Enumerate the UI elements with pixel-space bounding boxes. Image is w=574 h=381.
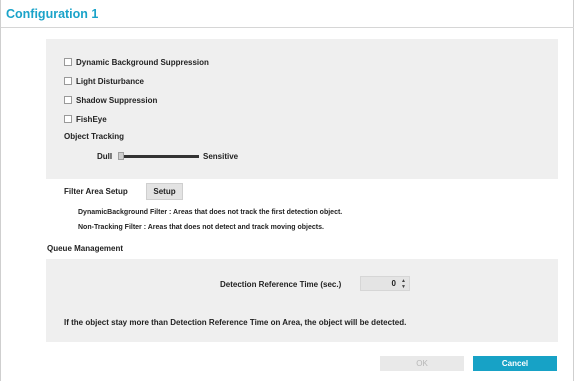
detection-time-label: Detection Reference Time (sec.) [220,280,342,289]
detection-time-stepper[interactable]: 0 ▲ ▼ [360,276,410,291]
option-fisheye[interactable]: FishEye [64,113,107,125]
option-dynamic-background-suppression[interactable]: Dynamic Background Suppression [64,56,209,68]
cancel-button[interactable]: Cancel [473,356,557,371]
dialog-title: Configuration 1 [6,7,99,21]
option-light-disturbance[interactable]: Light Disturbance [64,75,144,87]
option-shadow-suppression[interactable]: Shadow Suppression [64,94,157,106]
object-tracking-slider[interactable] [124,155,199,158]
checkbox[interactable] [64,77,72,85]
option-label: FishEye [76,114,107,124]
object-tracking-label: Object Tracking [64,132,125,141]
slider-min-label: Dull [97,152,113,161]
queue-description: If the object stay more than Detection R… [64,318,407,327]
queue-management-label: Queue Management [47,244,124,253]
slider-handle[interactable] [118,152,124,160]
title-divider [1,27,574,28]
option-label: Light Disturbance [76,76,145,86]
configuration-dialog: Configuration 1 Dynamic Background Suppr… [0,0,574,381]
option-label: Shadow Suppression [76,95,158,105]
slider-max-label: Sensitive [203,152,239,161]
non-tracking-filter-note: Non-Tracking Filter : Areas that does no… [78,224,324,231]
decrement-icon[interactable]: ▼ [401,284,406,290]
checkbox[interactable] [64,115,72,123]
checkbox[interactable] [64,96,72,104]
option-label: Dynamic Background Suppression [76,57,209,67]
queue-management-panel [46,259,558,342]
ok-button[interactable]: OK [380,356,464,371]
dynamic-filter-note: DynamicBackground Filter : Areas that do… [78,209,343,216]
setup-button[interactable]: Setup [146,183,183,200]
filter-area-setup-label: Filter Area Setup [64,187,128,196]
checkbox[interactable] [64,58,72,66]
detection-time-value[interactable]: 0 [392,279,396,288]
